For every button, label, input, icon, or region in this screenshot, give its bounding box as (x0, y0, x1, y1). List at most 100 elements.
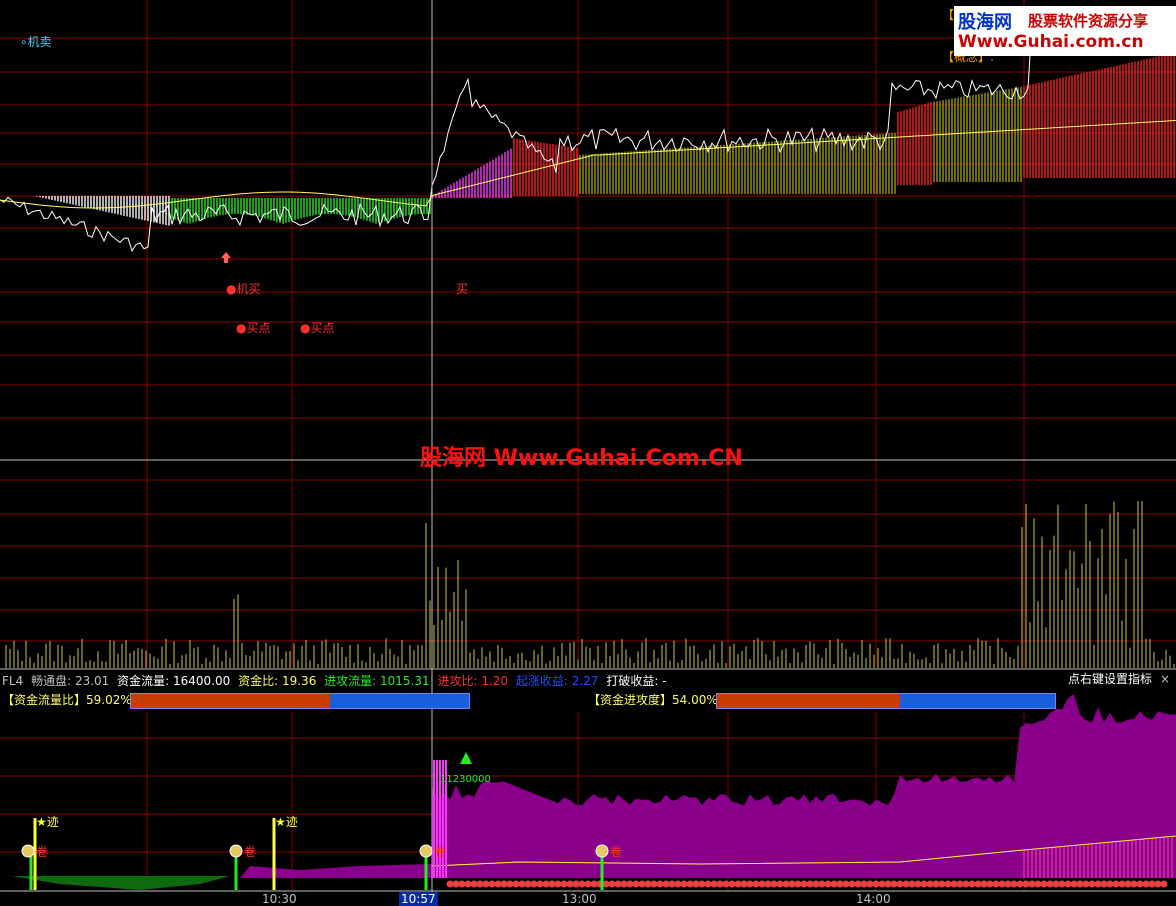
break-label: 打破收益: (606, 674, 659, 688)
time-label-1030: 10:30 (262, 892, 297, 906)
fund-flow-bead (884, 880, 892, 888)
flow-ratio-value: 59.02 (86, 693, 121, 707)
fund-flow-bead (806, 880, 814, 888)
fund-flow-bead (698, 880, 706, 888)
fund-flow-bead (542, 880, 550, 888)
surge-label: 起涨收益: (515, 674, 568, 688)
fund-flow-bead (932, 880, 940, 888)
attack-title: 【资金进攻度】 (588, 693, 673, 707)
fund-flow-bead (788, 880, 796, 888)
attack-flow-label: 进攻流量: (324, 674, 377, 688)
fund-flow-bead (494, 880, 502, 888)
marker-scroll-4: 卷 (610, 845, 623, 859)
brand-banner[interactable]: 股海网 股票软件资源分享 Www.Guhai.com.cn (954, 6, 1176, 56)
fund-flow-bead (890, 880, 898, 888)
right-click-hint[interactable]: 点右键设置指标 (1068, 672, 1152, 686)
ratio-value: 19.36 (281, 674, 317, 688)
float-cap-value: 23.01 (74, 674, 110, 688)
break-value: - (662, 674, 667, 688)
marker-trace-2: ★迹 (275, 815, 298, 829)
fund-flow-bead (470, 880, 478, 888)
peak-arrow-icon (460, 752, 472, 764)
fund-flow-bead (626, 880, 634, 888)
marker-trace-1: ★迹 (36, 815, 59, 829)
fund-flow-bead (968, 880, 976, 888)
money-bag-icon (419, 844, 433, 858)
fund-flow-bead (800, 880, 808, 888)
fund-flow-bead (866, 880, 874, 888)
fund-flow-bead (1106, 880, 1114, 888)
attack-meter (716, 693, 1056, 709)
fund-flow-bead (608, 880, 616, 888)
fund-flow-bead (746, 880, 754, 888)
peak-number: 11230000 (440, 774, 491, 785)
label-buy-point-2: ●买点 (300, 321, 335, 335)
fund-flow-bead (716, 880, 724, 888)
fund-flow-bead (950, 880, 958, 888)
fund-flow-bead (518, 880, 526, 888)
fund-flow-bead (854, 880, 862, 888)
fund-flow-bead (506, 880, 514, 888)
money-bag-icon (595, 844, 609, 858)
fund-flow-bead (824, 880, 832, 888)
indicator-code: FL4 (2, 674, 24, 688)
fund-flow-bead (704, 880, 712, 888)
fund-flow-bead (758, 880, 766, 888)
fund-flow-bead (680, 880, 688, 888)
fund-flow-bead (1148, 880, 1156, 888)
fund-flow-bead (1040, 880, 1048, 888)
close-icon[interactable]: × (1160, 672, 1170, 686)
surge-value: 2.27 (571, 674, 599, 688)
fund-flow-bead (602, 880, 610, 888)
fund-flow-bead (452, 880, 460, 888)
flow-value: 16400.00 (173, 674, 231, 688)
fund-flow-bead (752, 880, 760, 888)
fund-flow-bead (1118, 880, 1126, 888)
marker-scroll-2: 卷 (244, 845, 257, 859)
fund-flow-bead (842, 880, 850, 888)
fund-flow-bead (1070, 880, 1078, 888)
brand-tagline: 股票软件资源分享 (1028, 12, 1149, 30)
flow-ratio-meter (130, 693, 470, 709)
fund-flow-bead (860, 880, 868, 888)
fund-flow-bead (1100, 880, 1108, 888)
fund-flow-bead (476, 880, 484, 888)
attack-meter-label: 【资金进攻度】54.00%买 (588, 691, 730, 708)
fund-flow-bead (674, 880, 682, 888)
fund-flow-bead (962, 880, 970, 888)
fund-flow-bead (524, 880, 532, 888)
fund-flow-area (12, 694, 1176, 890)
fund-flow-bead (1160, 880, 1168, 888)
label-ji-mai-buy: ●机买 (226, 282, 261, 296)
fund-flow-bead (560, 880, 568, 888)
fund-flow-bead (662, 880, 670, 888)
fund-flow-bead (872, 880, 880, 888)
indicator-info-bar: FL4 畅通盘: 23.01 资金流量: 16400.00 资金比: 19.36… (2, 672, 1174, 688)
fund-flow-bead (1142, 880, 1150, 888)
fund-flow-bead (632, 880, 640, 888)
fund-flow-bead (686, 880, 694, 888)
fund-flow-bead (770, 880, 778, 888)
fund-flow-bead (590, 880, 598, 888)
fund-flow-bead (1154, 880, 1162, 888)
fund-flow-bead (572, 880, 580, 888)
fund-flow-bead (614, 880, 622, 888)
flow-ratio-title: 【资金流量比】 (2, 693, 87, 707)
fund-flow-bead (638, 880, 646, 888)
fund-flow-bead (1016, 880, 1024, 888)
attack-ratio-label: 进攻比: (437, 674, 478, 688)
fund-flow-bead (914, 880, 922, 888)
money-bag-icon (21, 844, 35, 858)
fund-flow-bead (896, 880, 904, 888)
fund-flow-bead (1094, 880, 1102, 888)
brand-url: Www.Guhai.com.cn (958, 32, 1144, 52)
fund-flow-bead (926, 880, 934, 888)
fund-flow-bead (818, 880, 826, 888)
label-ji-mai-sell: ∘机卖 (20, 35, 52, 49)
fund-flow-bead (512, 880, 520, 888)
fund-flow-bead (740, 880, 748, 888)
attack-value: 54.00 (672, 693, 707, 707)
marker-scroll-1: 卷 (36, 845, 49, 859)
fund-flow-bead (1136, 880, 1144, 888)
flow-label: 资金流量: (117, 674, 170, 688)
